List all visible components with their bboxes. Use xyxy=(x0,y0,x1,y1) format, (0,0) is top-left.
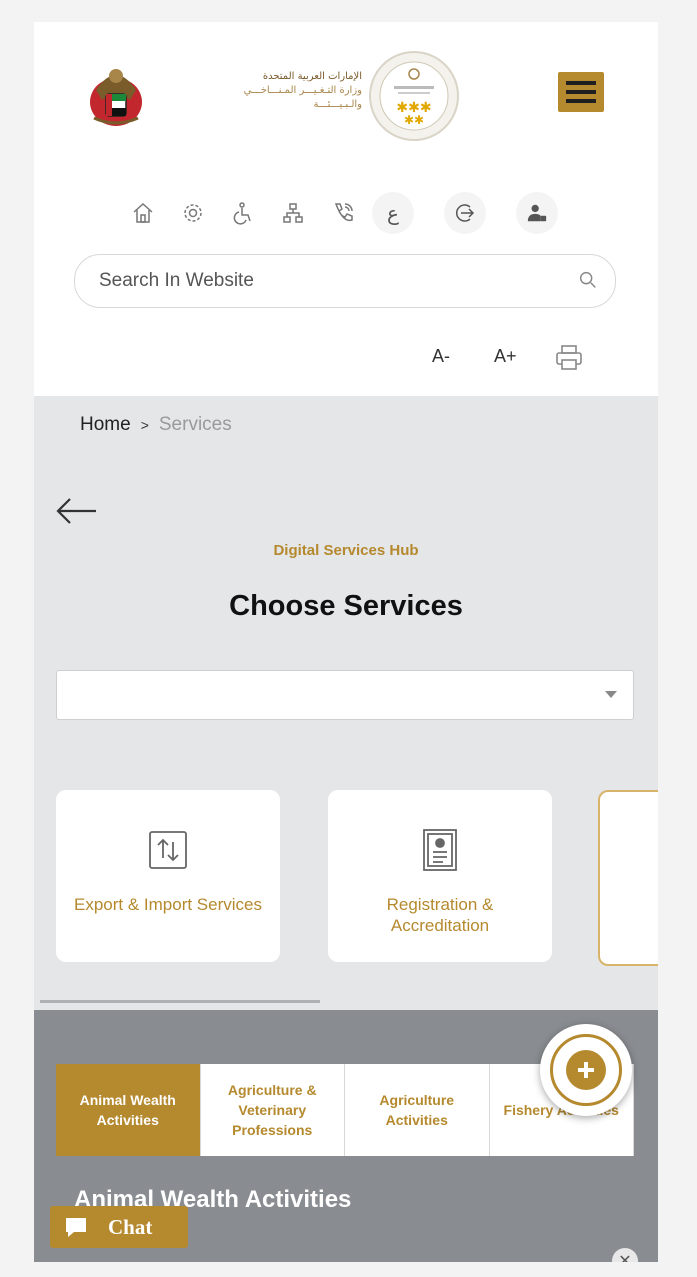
search-box xyxy=(74,254,616,308)
breadcrumb: Home > Services xyxy=(80,414,232,436)
card-label: Registration & Accreditation xyxy=(386,895,494,935)
page-title: Choose Services xyxy=(229,590,463,622)
cards-scrollbar[interactable] xyxy=(40,1000,320,1003)
breadcrumb-home-link[interactable]: Home xyxy=(80,414,131,435)
user-icon[interactable] xyxy=(516,192,558,234)
home-icon[interactable] xyxy=(122,192,164,234)
chat-label: Chat xyxy=(108,1214,153,1239)
tab-agriculture[interactable]: Agriculture Activities xyxy=(345,1064,490,1156)
increase-font-button[interactable]: A+ xyxy=(494,346,517,367)
uae-emblem-icon[interactable] xyxy=(86,60,146,130)
quick-links: ع xyxy=(122,192,582,234)
mobile-page: الإمارات العربية المتحدة وزارة التـغـيــ… xyxy=(34,22,658,1262)
service-card-export-import[interactable]: Export & Import Services xyxy=(56,790,280,962)
card-label: Export & Import Services xyxy=(73,895,262,914)
hamburger-icon xyxy=(566,81,596,85)
certificate-icon xyxy=(423,829,457,871)
font-size-tools: A- A+ xyxy=(426,344,606,376)
chevron-down-icon xyxy=(605,691,617,698)
accessibility-icon[interactable] xyxy=(222,192,264,234)
arabic-glyph: ع xyxy=(387,201,399,225)
site-header: الإمارات العربية المتحدة وزارة التـغـيــ… xyxy=(34,22,658,396)
sitemap-icon[interactable] xyxy=(272,192,314,234)
rating-seal-icon: ✱✱✱ ✱✱ xyxy=(369,51,459,141)
tab-animal-wealth[interactable]: Animal Wealth Activities xyxy=(56,1064,201,1156)
service-card-registration[interactable]: Registration & Accreditation xyxy=(328,790,552,962)
gear-icon[interactable] xyxy=(172,192,214,234)
back-arrow-icon[interactable] xyxy=(54,496,100,526)
plus-icon xyxy=(566,1050,606,1090)
search-icon[interactable] xyxy=(577,269,599,291)
decrease-font-button[interactable]: A- xyxy=(432,346,450,367)
phone-icon[interactable] xyxy=(322,192,364,234)
chat-bubble-icon xyxy=(66,1218,86,1237)
service-card-partial[interactable] xyxy=(598,790,658,966)
ministry-name: الإمارات العربية المتحدة وزارة التـغـيــ… xyxy=(152,70,362,112)
breadcrumb-separator: > xyxy=(140,417,149,433)
chat-button[interactable]: Chat xyxy=(50,1206,188,1248)
logo-line-3: والـبـيـــئـــة xyxy=(313,99,362,110)
hub-label: Digital Services Hub xyxy=(273,542,419,559)
login-icon[interactable] xyxy=(444,192,486,234)
tab-agriculture-veterinary[interactable]: Agriculture & Veterinary Professions xyxy=(200,1064,345,1156)
svg-text:✱✱: ✱✱ xyxy=(404,113,424,127)
menu-button[interactable] xyxy=(558,72,604,112)
printer-icon[interactable] xyxy=(554,344,584,372)
logo-line-2: وزارة التـغـيـــر المـنـــاخـــي xyxy=(243,85,362,96)
services-select[interactable] xyxy=(56,670,634,720)
breadcrumb-current: Services xyxy=(158,414,232,435)
add-button[interactable] xyxy=(540,1024,632,1116)
export-import-icon xyxy=(149,831,187,869)
search-input[interactable] xyxy=(97,255,571,307)
arabic-language-icon[interactable]: ع xyxy=(372,192,414,234)
logo-line-1: الإمارات العربية المتحدة xyxy=(262,71,362,82)
